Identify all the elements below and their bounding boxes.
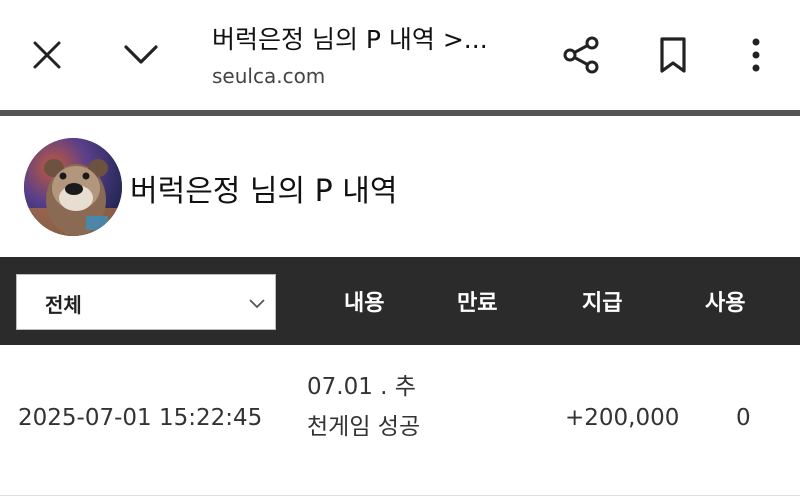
cell-paid: +200,000: [565, 405, 680, 431]
more-vert-icon: [752, 38, 760, 72]
bookmark-icon: [660, 37, 686, 73]
filter-dropdown[interactable]: 전체: [16, 274, 276, 330]
cell-datetime: 2025-07-01 15:22:45: [18, 405, 263, 431]
close-button[interactable]: [22, 30, 72, 80]
avatar[interactable]: [24, 138, 122, 236]
table-header: 전체 내용 만료 지급 사용: [0, 257, 800, 345]
column-header-used: 사용: [705, 291, 746, 316]
close-icon: [33, 41, 61, 69]
more-options-button[interactable]: [734, 30, 778, 80]
page-url[interactable]: seulca.com: [212, 64, 325, 88]
browser-toolbar: 버럭은정 님의 P 내역 >... seulca.com: [0, 0, 800, 110]
avatar-image: [24, 138, 122, 236]
chevron-down-icon: [249, 299, 265, 309]
column-header-paid: 지급: [582, 291, 623, 316]
cell-content: 07.01 . 추천게임 성공: [307, 374, 421, 440]
column-header-expire: 만료: [457, 291, 498, 316]
column-header-content: 내용: [344, 291, 385, 316]
chevron-down-icon: [124, 45, 158, 64]
share-icon: [563, 36, 599, 74]
bookmark-button[interactable]: [646, 30, 700, 80]
collapse-button[interactable]: [114, 30, 168, 80]
filter-selected-value: 전체: [45, 293, 82, 317]
profile-header: 버럭은정 님의 P 내역: [0, 116, 800, 257]
tab-title: 버럭은정 님의 P 내역 >...: [212, 25, 488, 54]
row-divider: [0, 495, 800, 496]
table-row: 2025-07-01 15:22:45 07.01 . 추천게임 성공 +200…: [0, 345, 800, 495]
page-title: 버럭은정 님의 P 내역: [130, 174, 398, 209]
cell-used: 0: [736, 405, 751, 431]
share-button[interactable]: [554, 30, 608, 80]
